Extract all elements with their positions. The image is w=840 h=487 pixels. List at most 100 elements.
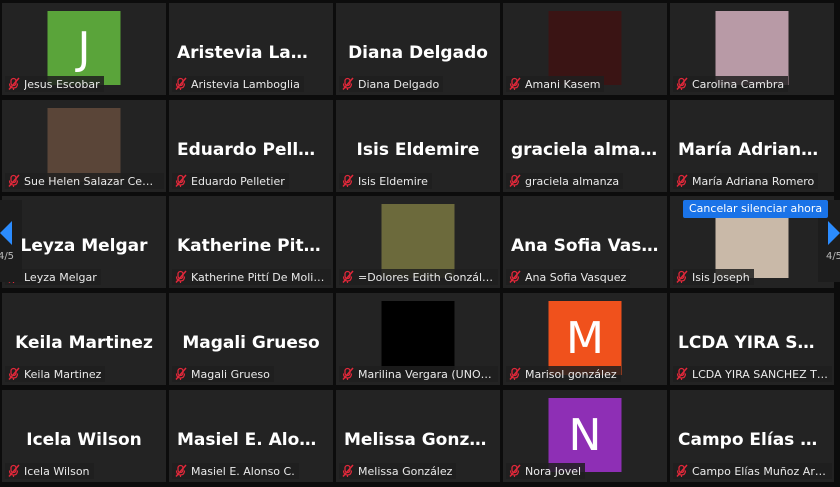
participant-name-label: Amani Kasem <box>525 77 601 91</box>
participant-tile[interactable]: N Nora Jovel <box>503 390 667 482</box>
participant-tile[interactable]: Magali Grueso Magali Grueso <box>169 293 333 385</box>
mic-muted-icon <box>174 464 188 478</box>
participant-name-label: Ana Sofia Vasquez <box>525 270 627 284</box>
participant-display-name: LCDA YIRA SAN… <box>678 333 834 353</box>
avatar-initial: J <box>77 22 91 74</box>
participant-nameplate: Marilina Vergara (UNODC) <box>339 366 498 382</box>
participant-nameplate: graciela almanza <box>506 173 624 189</box>
participant-display-name: Eduardo Pelletier <box>177 140 333 160</box>
participant-display-name: Melissa González <box>344 430 500 450</box>
mic-muted-icon <box>7 77 21 91</box>
unmute-tooltip[interactable]: Cancelar silenciar ahora <box>683 200 829 218</box>
participant-name-label: Magali Grueso <box>191 367 270 381</box>
participant-nameplate: Isis Joseph <box>673 269 754 285</box>
participant-tile[interactable]: Campo Elías Mu… Campo Elías Muñoz Aran… <box>670 390 834 482</box>
mic-muted-icon <box>508 77 522 91</box>
participant-name-label: Aristevia Lamboglia <box>191 77 300 91</box>
participant-tile[interactable]: M Marisol gonzález <box>503 293 667 385</box>
mic-muted-icon <box>341 174 355 188</box>
participant-name-label: Leyza Melgar <box>24 270 97 284</box>
participant-tile[interactable]: Carolina Cambra <box>670 3 834 95</box>
participant-tile[interactable]: Leyza Melgar Leyza Melgar <box>2 196 166 288</box>
participant-name-label: Katherine Pittí De Molina <box>191 270 327 284</box>
participant-nameplate: Marisol gonzález <box>506 366 621 382</box>
participant-video <box>381 301 455 375</box>
participant-display-name: Isis Eldemire <box>356 140 480 160</box>
participant-nameplate: Nora Jovel <box>506 463 586 479</box>
participant-name-label: María Adriana Romero <box>692 174 815 188</box>
participant-display-name: Icela Wilson <box>26 430 142 450</box>
participant-nameplate: Masiel E. Alonso C. <box>172 463 299 479</box>
participant-tile[interactable]: Diana Delgado Diana Delgado <box>336 3 500 95</box>
participant-tile[interactable]: Sue Helen Salazar Cedeño <box>2 100 166 192</box>
participant-name-label: Masiel E. Alonso C. <box>191 464 295 478</box>
participant-tile[interactable]: Aristevia Lamb… Aristevia Lamboglia <box>169 3 333 95</box>
mic-muted-icon <box>7 367 21 381</box>
participant-display-name: Campo Elías Mu… <box>678 430 834 450</box>
chevron-left-icon <box>0 220 12 245</box>
mic-muted-icon <box>675 77 689 91</box>
participant-tile[interactable]: Amani Kasem <box>503 3 667 95</box>
participant-nameplate: Magali Grueso <box>172 366 274 382</box>
mic-muted-icon <box>174 367 188 381</box>
participant-tile[interactable]: Ana Sofia Vasq… Ana Sofia Vasquez <box>503 196 667 288</box>
avatar-initial: M <box>566 312 604 364</box>
participant-tile[interactable]: Icela Wilson Icela Wilson <box>2 390 166 482</box>
mic-muted-icon <box>174 77 188 91</box>
participant-nameplate: =Dolores Edith González … <box>339 269 498 285</box>
participant-nameplate: Keila Martinez <box>5 366 106 382</box>
participant-tile[interactable]: graciela almanza graciela almanza <box>503 100 667 192</box>
participant-nameplate: LCDA YIRA SANCHEZ TOR… <box>673 366 832 382</box>
participant-name-label: Carolina Cambra <box>692 77 785 91</box>
participant-tile[interactable]: Katherine Pittí… Katherine Pittí De Molin… <box>169 196 333 288</box>
participant-video <box>47 108 121 182</box>
participant-name-label: Isis Joseph <box>692 270 750 284</box>
participant-tile[interactable]: Masiel E. Alons… Masiel E. Alonso C. <box>169 390 333 482</box>
mic-muted-icon <box>341 270 355 284</box>
mic-muted-icon <box>174 270 188 284</box>
participant-display-name: Ana Sofia Vasq… <box>511 236 667 256</box>
previous-page-button[interactable]: 4/5 <box>0 200 22 282</box>
mic-muted-icon <box>508 367 522 381</box>
avatar-initial: N <box>568 409 602 461</box>
participant-name-label: graciela almanza <box>525 174 620 188</box>
participant-avatar: N <box>548 398 622 472</box>
mic-muted-icon <box>174 174 188 188</box>
participant-name-label: Sue Helen Salazar Cedeño <box>24 174 160 188</box>
participant-display-name: Keila Martinez <box>15 333 153 353</box>
participant-tile[interactable]: LCDA YIRA SAN… LCDA YIRA SANCHEZ TOR… <box>670 293 834 385</box>
participant-nameplate: Carolina Cambra <box>673 76 789 92</box>
mic-muted-icon <box>341 464 355 478</box>
mic-muted-icon <box>675 270 689 284</box>
participant-name-label: Nora Jovel <box>525 464 582 478</box>
participant-display-name: Diana Delgado <box>348 43 488 63</box>
participant-tile[interactable]: María Adriana… María Adriana Romero <box>670 100 834 192</box>
participant-name-label: Marilina Vergara (UNODC) <box>358 367 494 381</box>
page-indicator: 4/5 <box>0 250 15 262</box>
participant-name-label: Diana Delgado <box>358 77 440 91</box>
participant-tile[interactable]: Keila Martinez Keila Martinez <box>2 293 166 385</box>
participant-nameplate: Campo Elías Muñoz Aran… <box>673 463 832 479</box>
participant-nameplate: Katherine Pittí De Molina <box>172 269 331 285</box>
mic-muted-icon <box>7 174 21 188</box>
participant-tile[interactable]: Isis Eldemire Isis Eldemire <box>336 100 500 192</box>
participant-display-name: Magali Grueso <box>182 333 320 353</box>
participant-tile[interactable]: Eduardo Pelletier Eduardo Pelletier <box>169 100 333 192</box>
participant-name-label: =Dolores Edith González … <box>358 270 494 284</box>
participant-nameplate: Isis Eldemire <box>339 173 432 189</box>
participant-display-name: María Adriana… <box>678 140 830 160</box>
participant-nameplate: María Adriana Romero <box>673 173 819 189</box>
participant-tile[interactable]: J Jesus Escobar <box>2 3 166 95</box>
participant-name-label: Eduardo Pelletier <box>191 174 285 188</box>
mic-muted-icon <box>508 270 522 284</box>
participant-nameplate: Amani Kasem <box>506 76 605 92</box>
participant-tile[interactable]: Marilina Vergara (UNODC) <box>336 293 500 385</box>
mic-muted-icon <box>341 367 355 381</box>
participant-tile[interactable]: =Dolores Edith González … <box>336 196 500 288</box>
participant-tile[interactable]: Melissa González Melissa González <box>336 390 500 482</box>
mic-muted-icon <box>508 464 522 478</box>
participant-video <box>381 204 455 278</box>
participant-display-name: Leyza Melgar <box>20 236 148 256</box>
participant-display-name: Aristevia Lamb… <box>177 43 333 63</box>
participant-name-label: Icela Wilson <box>24 464 90 478</box>
